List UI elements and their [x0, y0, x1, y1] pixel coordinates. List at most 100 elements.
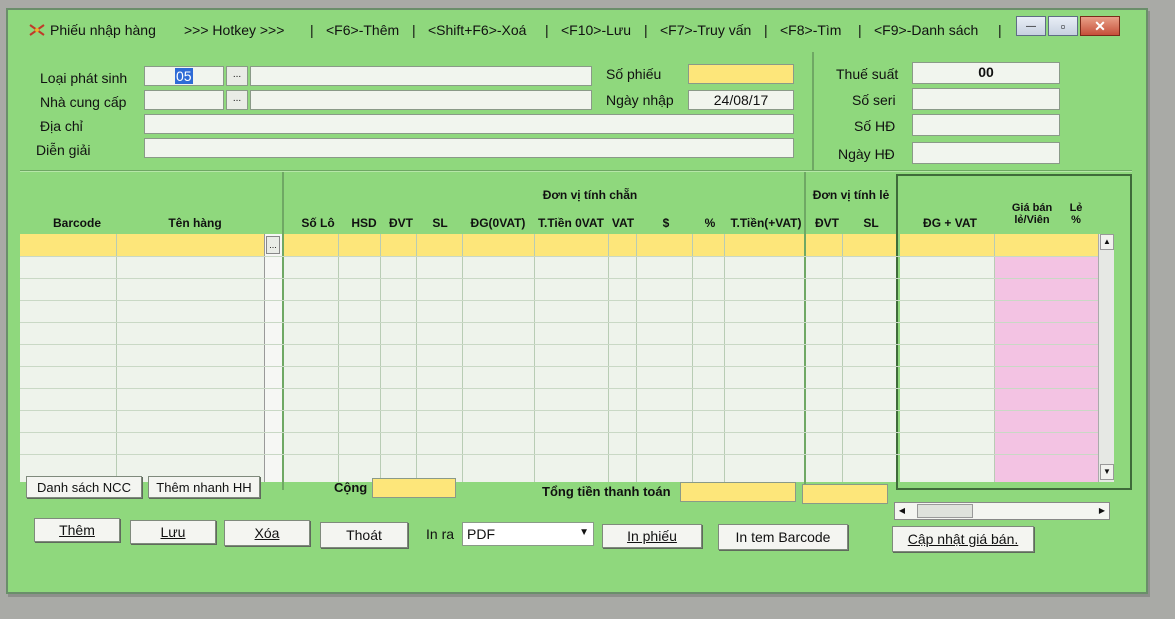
left-grid-body[interactable] — [20, 234, 282, 482]
middle-grid-body[interactable] — [284, 234, 804, 482]
current-row-right[interactable] — [900, 234, 1098, 256]
grid-line — [20, 256, 1098, 257]
current-row-le[interactable] — [806, 234, 896, 256]
loai-phat-sinh-name-input[interactable] — [250, 66, 592, 86]
grid-line — [380, 234, 381, 482]
col-so-lo: Số Lô — [301, 216, 335, 230]
xoa-button-label: Xóa — [254, 525, 280, 541]
them-nhanh-hh-button[interactable]: Thêm nhanh HH — [148, 476, 260, 498]
ngay-nhap-input[interactable]: 24/08/17 — [688, 90, 794, 110]
app-window: Phiếu nhập hàng >>> Hotkey >>> | <F6>-Th… — [6, 8, 1148, 594]
current-row-left[interactable] — [20, 234, 264, 256]
hotkey-luu: <F10>-Lưu — [561, 22, 632, 38]
maximize-button[interactable]: ▫ — [1048, 16, 1078, 36]
thue-suat-input[interactable]: 00 — [912, 62, 1060, 84]
nha-cung-cap-code-input[interactable] — [144, 90, 224, 110]
thue-suat-value: 00 — [978, 64, 994, 80]
scroll-left-icon[interactable]: ◀ — [895, 503, 909, 519]
in-tem-barcode-button[interactable]: In tem Barcode — [718, 524, 848, 550]
so-phieu-input[interactable] — [688, 64, 794, 84]
scroll-right-icon[interactable]: ▶ — [1095, 503, 1109, 519]
col-percent: % — [704, 216, 716, 230]
maximize-icon: ▫ — [1060, 18, 1066, 34]
col-gia-ban-le: Giá bán lẻ/Viên — [1011, 202, 1053, 226]
scroll-thumb[interactable] — [917, 504, 973, 518]
in-phieu-label: In phiếu — [627, 528, 677, 544]
so-hd-input[interactable] — [912, 114, 1060, 136]
danh-sach-ncc-button[interactable]: Danh sách NCC — [26, 476, 142, 498]
header-form: Loại phát sinh Nhà cung cấp Địa chỉ Diễn… — [20, 50, 1132, 172]
gia-ban-column-body[interactable] — [994, 234, 1098, 482]
so-phieu-label: Số phiếu — [606, 66, 662, 82]
le-grid-body[interactable] — [806, 234, 896, 482]
title-separator: | — [412, 22, 416, 38]
don-vi-tinh-chan-header: Đơn vị tính chẵn — [542, 188, 638, 202]
tong-tien-label: Tổng tiền thanh toán — [542, 484, 671, 499]
hotkey-tim: <F8>-Tìm — [780, 22, 842, 38]
grid-line — [20, 366, 1098, 367]
col-dollar: $ — [662, 216, 670, 230]
scroll-down-icon[interactable]: ▼ — [1100, 464, 1114, 480]
ngay-nhap-value: 24/08/17 — [713, 92, 769, 108]
so-seri-label: Số seri — [852, 92, 896, 108]
in-ra-select[interactable]: PDF ▼ — [462, 522, 594, 546]
vertical-scrollbar[interactable]: ▲ ▼ — [1098, 234, 1114, 482]
current-row-middle[interactable] — [284, 234, 804, 256]
grid-line — [20, 278, 1098, 279]
title-separator: | — [545, 22, 549, 38]
grid-line — [20, 432, 1098, 433]
minimize-icon: — — [1026, 20, 1036, 32]
title-separator: | — [764, 22, 768, 38]
xoa-button[interactable]: Xóa — [224, 520, 310, 546]
so-seri-input[interactable] — [912, 88, 1060, 110]
grid-line — [20, 388, 1098, 389]
row-lookup-button[interactable]: ... — [266, 236, 280, 254]
grid-line — [20, 410, 1098, 411]
dien-giai-label: Diễn giải — [36, 142, 91, 158]
hotkey-xoa: <Shift+F6>-Xoá — [428, 22, 527, 38]
grid-line — [692, 234, 693, 482]
grid-line — [116, 234, 117, 482]
luu-button[interactable]: Lưu — [130, 520, 216, 544]
grid-line — [338, 234, 339, 482]
grid-line — [534, 234, 535, 482]
grid-line — [462, 234, 463, 482]
col-ten-hang: Tên hàng — [168, 216, 222, 230]
row-lookup-column — [264, 234, 282, 482]
col-t-tien-0vat: T.Tiền 0VAT — [537, 216, 604, 230]
tong-tien-value — [680, 482, 796, 502]
loai-phat-sinh-code-value: 05 — [175, 68, 193, 84]
form-divider — [812, 52, 814, 170]
in-phieu-button[interactable]: In phiếu — [602, 524, 702, 548]
horizontal-scrollbar[interactable]: ◀ ▶ — [894, 502, 1110, 520]
nha-cung-cap-name-input[interactable] — [250, 90, 592, 110]
app-logo-icon — [28, 22, 46, 38]
col-le-percent: Lẻ % — [1069, 202, 1083, 226]
minimize-button[interactable]: — — [1016, 16, 1046, 36]
hotkey-danh-sach: <F9>-Danh sách — [874, 22, 979, 38]
grid-line — [20, 300, 1098, 301]
window-title: Phiếu nhập hàng — [50, 22, 156, 38]
nha-cung-cap-label: Nhà cung cấp — [40, 94, 127, 110]
col-sl-le: SL — [863, 216, 879, 230]
nha-cung-cap-lookup-button[interactable]: ... — [226, 90, 248, 110]
grid-line — [20, 322, 1098, 323]
cap-nhat-gia-ban-button[interactable]: Cập nhật giá bán. — [892, 526, 1034, 552]
luu-button-label: Lưu — [160, 524, 186, 540]
col-dg-vat: ĐG + VAT — [923, 216, 977, 230]
grid-line — [416, 234, 417, 482]
right-grid-body[interactable] — [900, 234, 994, 482]
them-button[interactable]: Thêm — [34, 518, 120, 542]
ngay-hd-input[interactable] — [912, 142, 1060, 164]
title-separator: | — [858, 22, 862, 38]
dia-chi-input[interactable] — [144, 114, 794, 134]
loai-phat-sinh-code-input[interactable]: 05 — [144, 66, 224, 86]
thoat-button[interactable]: Thoát — [320, 522, 408, 548]
close-button[interactable]: ✕ — [1080, 16, 1120, 36]
in-ra-value: PDF — [467, 526, 495, 542]
scroll-up-icon[interactable]: ▲ — [1100, 234, 1114, 250]
loai-phat-sinh-lookup-button[interactable]: ... — [226, 66, 248, 86]
dien-giai-input[interactable] — [144, 138, 794, 158]
col-sl: SL — [432, 216, 448, 230]
chevron-down-icon: ▼ — [579, 527, 589, 538]
